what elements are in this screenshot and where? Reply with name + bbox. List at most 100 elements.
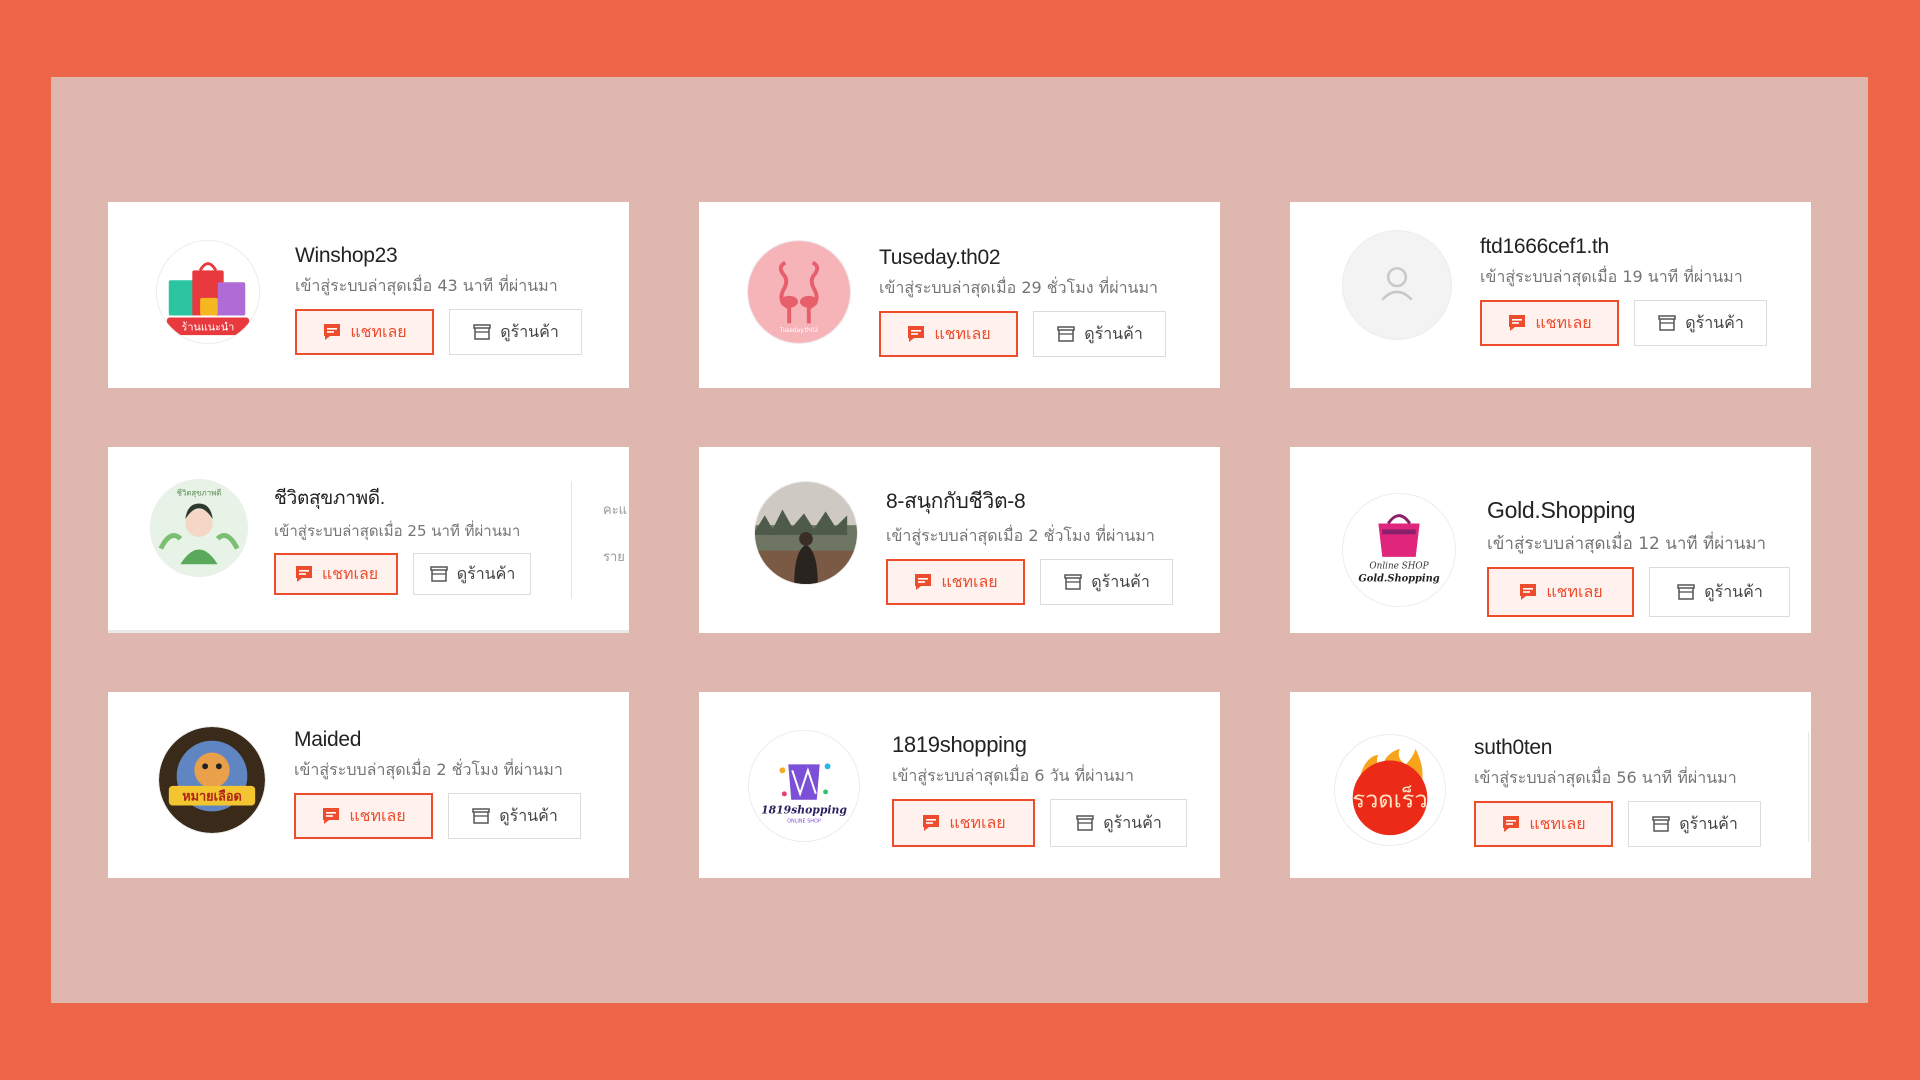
- chat-now-button[interactable]: แชทเลย: [879, 311, 1018, 357]
- chat-icon: [1518, 583, 1538, 601]
- view-shop-button[interactable]: ดูร้านค้า: [1050, 799, 1187, 847]
- shopping-bags-icon: ร้านแนะนำ: [157, 241, 259, 343]
- view-shop-button[interactable]: ดูร้านค้า: [1649, 567, 1790, 617]
- shop-name[interactable]: Winshop23: [295, 244, 582, 268]
- chat-now-label: แชทเลย: [941, 571, 998, 591]
- shop-avatar[interactable]: ร้านแนะนำ: [156, 240, 260, 344]
- shop-icon: [472, 323, 492, 341]
- chat-now-button[interactable]: แชทเลย: [274, 553, 398, 595]
- flame-icon: รวดเร็ว: [1335, 735, 1445, 845]
- woman-illustration-icon: ชีวิตสุขภาพดี: [151, 480, 247, 576]
- view-shop-label: ดูร้านค้า: [1704, 581, 1763, 601]
- shop-name[interactable]: ชีวิตสุขภาพดี.: [274, 483, 531, 513]
- chat-now-label: แชทเลย: [1546, 581, 1603, 601]
- landscape-photo-icon: [755, 482, 857, 584]
- shop-card: หมายเลือด Maided เข้าสู่ระบบล่าสุดเมื่อ …: [108, 692, 629, 878]
- chat-now-button[interactable]: แชทเลย: [1480, 300, 1619, 346]
- shop-avatar[interactable]: [754, 481, 858, 585]
- view-shop-label: ดูร้านค้า: [1685, 312, 1744, 332]
- svg-text:หมายเลือด: หมายเลือด: [182, 790, 242, 805]
- chat-now-button[interactable]: แชทเลย: [1474, 801, 1613, 847]
- shop-avatar[interactable]: หมายเลือด: [158, 726, 266, 834]
- shop-avatar[interactable]: 1819shopping ONLINE SHOP: [748, 730, 860, 842]
- chat-now-label: แชทเลย: [349, 805, 406, 825]
- chat-now-button[interactable]: แชทเลย: [295, 309, 434, 355]
- last-seen-text: เข้าสู่ระบบล่าสุดเมื่อ 56 นาที ที่ผ่านมา: [1474, 768, 1737, 787]
- shop-name[interactable]: Gold.Shopping: [1487, 497, 1790, 524]
- svg-text:Tuseday.th02: Tuseday.th02: [779, 328, 819, 334]
- chat-now-button[interactable]: แชทเลย: [294, 793, 433, 839]
- view-shop-button[interactable]: ดูร้านค้า: [448, 793, 581, 839]
- view-shop-button[interactable]: ดูร้านค้า: [413, 553, 531, 595]
- last-seen-text: เข้าสู่ระบบล่าสุดเมื่อ 12 นาที ที่ผ่านมา: [1487, 534, 1767, 554]
- shop-card: รวดเร็ว suth0ten เข้าสู่ระบบล่าสุดเมื่อ …: [1290, 692, 1811, 878]
- view-shop-label: ดูร้านค้า: [456, 563, 516, 583]
- last-seen-text: เข้าสู่ระบบล่าสุดเมื่อ 43 นาที ที่ผ่านมา: [295, 276, 558, 295]
- shop-card: Tuseday.th02 Tuseday.th02 เข้าสู่ระบบล่า…: [699, 202, 1220, 388]
- shop-avatar[interactable]: ชีวิตสุขภาพดี: [150, 479, 248, 577]
- view-shop-label: ดูร้านค้า: [1084, 323, 1143, 343]
- card-divider: [1808, 732, 1809, 842]
- last-seen-text: เข้าสู่ระบบล่าสุดเมื่อ 2 ชั่วโมง ที่ผ่าน…: [294, 760, 563, 779]
- clipped-stat-label: ราย: [603, 550, 625, 565]
- svg-text:1819shopping: 1819shopping: [761, 804, 847, 817]
- shop-card: ชีวิตสุขภาพดี ชีวิตสุขภาพดี. เข้าสู่ระบบ…: [108, 447, 629, 633]
- shop-icon: [1056, 325, 1076, 343]
- chat-now-label: แชทเลย: [350, 321, 407, 341]
- svg-text:ชีวิตสุขภาพดี: ชีวิตสุขภาพดี: [177, 489, 222, 498]
- shop-avatar[interactable]: Online SHOP Gold.Shopping: [1342, 493, 1456, 607]
- shop-icon: [429, 565, 449, 583]
- shop-avatar[interactable]: รวดเร็ว: [1334, 734, 1446, 846]
- shop-icon: [1063, 573, 1083, 591]
- svg-text:ONLINE SHOP: ONLINE SHOP: [787, 818, 821, 824]
- shop-card: 1819shopping ONLINE SHOP 1819shopping เข…: [699, 692, 1220, 878]
- chat-now-label: แชทเลย: [934, 323, 991, 343]
- chat-icon: [321, 807, 341, 825]
- chat-icon: [322, 323, 342, 341]
- shop-card: ftd1666cef1.th เข้าสู่ระบบล่าสุดเมื่อ 19…: [1290, 202, 1811, 388]
- last-seen-text: เข้าสู่ระบบล่าสุดเมื่อ 6 วัน ที่ผ่านมา: [892, 766, 1134, 785]
- shop-name[interactable]: suth0ten: [1474, 736, 1761, 760]
- shop-card: ร้านแนะนำ Winshop23 เข้าสู่ระบบล่าสุดเมื…: [108, 202, 629, 388]
- chat-now-label: แชทเลย: [1529, 813, 1586, 833]
- chat-now-label: แชทเลย: [1535, 312, 1592, 332]
- svg-text:Gold.Shopping: Gold.Shopping: [1358, 573, 1439, 584]
- shop-icon: [1657, 314, 1677, 332]
- shop-avatar[interactable]: [1342, 230, 1452, 340]
- view-shop-button[interactable]: ดูร้านค้า: [1634, 300, 1767, 346]
- chat-now-button[interactable]: แชทเลย: [892, 799, 1035, 847]
- shop-name[interactable]: ftd1666cef1.th: [1480, 235, 1767, 259]
- shop-avatar[interactable]: Tuseday.th02: [747, 240, 851, 344]
- view-shop-button[interactable]: ดูร้านค้า: [1040, 559, 1173, 605]
- shop-icon: [1651, 815, 1671, 833]
- last-seen-text: เข้าสู่ระบบล่าสุดเมื่อ 19 นาที ที่ผ่านมา: [1480, 267, 1743, 286]
- chat-now-label: แชทเลย: [949, 812, 1006, 832]
- shopping-bag-icon: 1819shopping ONLINE SHOP: [749, 731, 859, 841]
- view-shop-button[interactable]: ดูร้านค้า: [1628, 801, 1761, 847]
- svg-text:รวดเร็ว: รวดเร็ว: [1352, 785, 1427, 814]
- shop-card: 8-สนุกกับชีวิต-8 เข้าสู่ระบบล่าสุดเมื่อ …: [699, 447, 1220, 633]
- chat-icon: [913, 573, 933, 591]
- view-shop-label: ดูร้านค้า: [1679, 813, 1738, 833]
- shop-name[interactable]: Maided: [294, 728, 581, 752]
- chat-now-button[interactable]: แชทเลย: [886, 559, 1025, 605]
- last-seen-text: เข้าสู่ระบบล่าสุดเมื่อ 29 ชั่วโมง ที่ผ่า…: [879, 278, 1159, 297]
- chat-icon: [1501, 815, 1521, 833]
- card-divider: [571, 481, 572, 599]
- view-shop-label: ดูร้านค้า: [500, 321, 559, 341]
- shop-icon: [1075, 814, 1095, 832]
- shop-icon: [1676, 583, 1696, 601]
- shop-icon: [471, 807, 491, 825]
- view-shop-button[interactable]: ดูร้านค้า: [449, 309, 582, 355]
- last-seen-text: เข้าสู่ระบบล่าสุดเมื่อ 2 ชั่วโมง ที่ผ่าน…: [886, 526, 1155, 545]
- chat-icon: [1507, 314, 1527, 332]
- view-shop-button[interactable]: ดูร้านค้า: [1033, 311, 1166, 357]
- shop-name[interactable]: Tuseday.th02: [879, 246, 1166, 270]
- svg-text:ร้านแนะนำ: ร้านแนะนำ: [182, 320, 235, 333]
- view-shop-label: ดูร้านค้า: [499, 805, 558, 825]
- last-seen-text: เข้าสู่ระบบล่าสุดเมื่อ 25 นาที ที่ผ่านมา: [274, 522, 521, 540]
- chat-now-button[interactable]: แชทเลย: [1487, 567, 1634, 617]
- shop-name[interactable]: 1819shopping: [892, 732, 1187, 758]
- game-logo-icon: หมายเลือด: [159, 727, 265, 833]
- shop-name[interactable]: 8-สนุกกับชีวิต-8: [886, 485, 1173, 518]
